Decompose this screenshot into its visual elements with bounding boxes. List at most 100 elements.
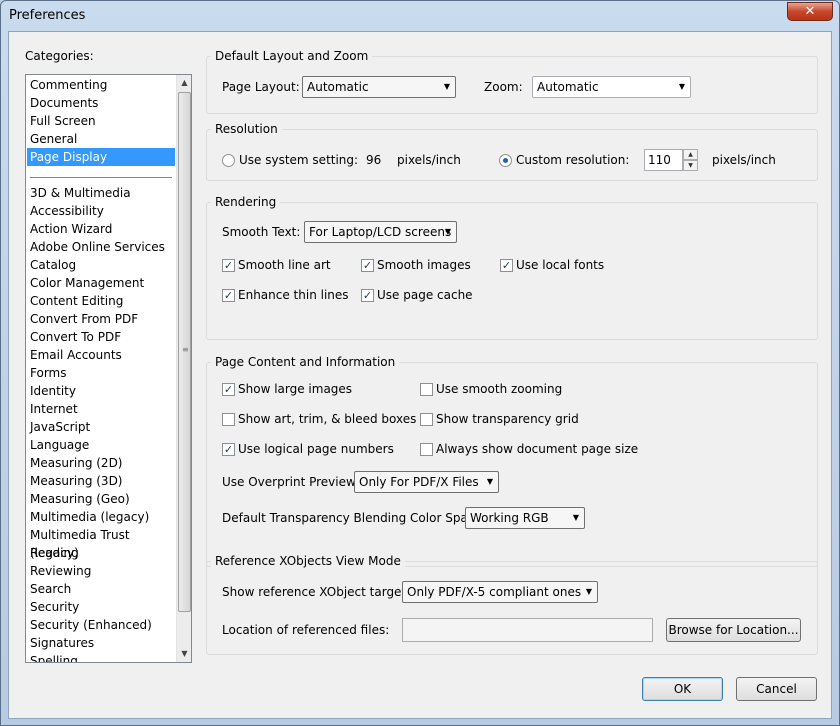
custom-resolution-unit: pixels/inch — [712, 153, 776, 167]
category-javascript[interactable]: JavaScript — [27, 418, 175, 436]
overprint-preview-select[interactable]: Only For PDF/X Files ▼ — [354, 471, 499, 493]
category-content-editing[interactable]: Content Editing — [27, 292, 175, 310]
smooth-images-checkbox[interactable]: ✓ — [361, 259, 374, 272]
category-language[interactable]: Language — [27, 436, 175, 454]
resolution-group: Resolution Use system setting: 96 pixels… — [206, 122, 818, 181]
resolution-title: Resolution — [211, 122, 282, 136]
category-reviewing[interactable]: Reviewing — [27, 562, 175, 580]
category-measuring-2d[interactable]: Measuring (2D) — [27, 454, 175, 472]
rendering-title: Rendering — [211, 195, 281, 209]
cancel-button[interactable]: Cancel — [736, 677, 817, 701]
system-resolution-unit: pixels/inch — [397, 153, 461, 167]
chevron-down-icon: ▼ — [444, 227, 451, 236]
category-3d-multimedia[interactable]: 3D & Multimedia — [27, 184, 175, 202]
category-page-display[interactable]: Page Display — [27, 148, 175, 166]
category-reading[interactable]: Reading — [27, 544, 175, 562]
use-page-cache-label: Use page cache — [377, 288, 473, 302]
title-bar: Preferences ✕ — [1, 1, 839, 31]
show-art-trim-checkbox[interactable] — [222, 413, 235, 426]
category-color-management[interactable]: Color Management — [27, 274, 175, 292]
category-full-screen[interactable]: Full Screen — [27, 112, 175, 130]
category-spelling[interactable]: Spelling — [27, 652, 175, 662]
category-security[interactable]: Security — [27, 598, 175, 616]
smooth-line-art-label: Smooth line art — [238, 258, 331, 272]
use-local-fonts-checkbox[interactable]: ✓ — [500, 259, 513, 272]
resolution-down-button[interactable]: ▼ — [683, 160, 698, 171]
scroll-up-arrow-icon[interactable]: ▲ — [177, 75, 191, 90]
chevron-down-icon: ▼ — [486, 477, 493, 486]
category-convert-to-pdf[interactable]: Convert To PDF — [27, 328, 175, 346]
layout-zoom-title: Default Layout and Zoom — [211, 49, 373, 63]
browse-location-button[interactable]: Browse for Location... — [666, 618, 801, 642]
zoom-value: Automatic — [537, 80, 599, 94]
page-layout-value: Automatic — [307, 80, 369, 94]
resolution-up-button[interactable]: ▲ — [683, 149, 698, 160]
category-multimedia-legacy[interactable]: Multimedia (legacy) — [27, 508, 175, 526]
overprint-preview-label: Use Overprint Preview: — [222, 475, 360, 489]
category-search[interactable]: Search — [27, 580, 175, 598]
categories-label: Categories: — [25, 49, 94, 63]
enhance-thin-lines-label: Enhance thin lines — [238, 288, 349, 302]
show-transparency-grid-checkbox[interactable] — [420, 413, 433, 426]
blending-color-space-value: Working RGB — [470, 511, 549, 525]
category-security-enhanced[interactable]: Security (Enhanced) — [27, 616, 175, 634]
close-button[interactable]: ✕ — [787, 2, 833, 21]
use-page-cache-checkbox[interactable]: ✓ — [361, 289, 374, 302]
chevron-down-icon: ▼ — [585, 587, 592, 596]
xobjects-title: Reference XObjects View Mode — [211, 554, 405, 568]
category-identity[interactable]: Identity — [27, 382, 175, 400]
always-show-page-size-checkbox[interactable] — [420, 443, 433, 456]
category-general[interactable]: General — [27, 130, 175, 148]
xobject-targets-value: Only PDF/X-5 compliant ones — [407, 585, 582, 599]
referenced-files-label: Location of referenced files: — [222, 623, 390, 637]
system-setting-radio[interactable] — [222, 154, 235, 167]
category-documents[interactable]: Documents — [27, 94, 175, 112]
category-accessibility[interactable]: Accessibility — [27, 202, 175, 220]
category-action-wizard[interactable]: Action Wizard — [27, 220, 175, 238]
category-email-accounts[interactable]: Email Accounts — [27, 346, 175, 364]
enhance-thin-lines-checkbox[interactable]: ✓ — [222, 289, 235, 302]
page-layout-label: Page Layout: — [222, 80, 300, 94]
category-internet[interactable]: Internet — [27, 400, 175, 418]
scrollbar-thumb[interactable]: ≡ — [178, 92, 191, 612]
page-content-title: Page Content and Information — [211, 355, 400, 369]
smooth-text-value: For Laptop/LCD screens — [309, 225, 452, 239]
use-logical-page-numbers-checkbox[interactable]: ✓ — [222, 443, 235, 456]
chevron-down-icon: ▼ — [678, 82, 685, 91]
categories-list[interactable]: Commenting Documents Full Screen General… — [25, 74, 192, 663]
referenced-files-input[interactable] — [402, 618, 653, 642]
system-resolution-value: 96 — [366, 153, 382, 167]
category-convert-from-pdf[interactable]: Convert From PDF — [27, 310, 175, 328]
smooth-line-art-checkbox[interactable]: ✓ — [222, 259, 235, 272]
category-measuring-geo[interactable]: Measuring (Geo) — [27, 490, 175, 508]
custom-resolution-value: 110 — [648, 153, 671, 167]
smooth-text-select[interactable]: For Laptop/LCD screens ▼ — [304, 221, 457, 243]
page-content-group: Page Content and Information ✓ Show larg… — [206, 355, 818, 567]
category-catalog[interactable]: Catalog — [27, 256, 175, 274]
custom-resolution-radio[interactable] — [499, 154, 512, 167]
preferences-window: Preferences ✕ Categories: Commenting Doc… — [0, 0, 840, 726]
spin-down-icon: ▼ — [688, 162, 693, 169]
blending-color-space-select[interactable]: Working RGB ▼ — [465, 507, 585, 529]
category-measuring-3d[interactable]: Measuring (3D) — [27, 472, 175, 490]
use-smooth-zooming-checkbox[interactable] — [420, 383, 433, 396]
show-large-images-label: Show large images — [238, 382, 353, 396]
categories-scrollbar[interactable]: ▲ ≡ ▼ — [176, 75, 191, 662]
category-multimedia-trust-legacy[interactable]: Multimedia Trust (legacy) — [27, 526, 175, 560]
category-forms[interactable]: Forms — [27, 364, 175, 382]
scroll-down-arrow-icon[interactable]: ▼ — [177, 646, 191, 661]
custom-resolution-label: Custom resolution: — [516, 153, 630, 167]
show-large-images-checkbox[interactable]: ✓ — [222, 383, 235, 396]
category-commenting[interactable]: Commenting — [27, 76, 175, 94]
page-layout-select[interactable]: Automatic ▼ — [302, 76, 456, 98]
smooth-text-label: Smooth Text: — [222, 225, 301, 239]
always-show-page-size-label: Always show document page size — [436, 442, 639, 456]
zoom-select[interactable]: Automatic ▼ — [532, 76, 691, 98]
custom-resolution-input[interactable]: 110 — [644, 149, 683, 171]
overprint-preview-value: Only For PDF/X Files — [359, 475, 479, 489]
dialog-content: Categories: Commenting Documents Full Sc… — [8, 31, 832, 719]
xobject-targets-select[interactable]: Only PDF/X-5 compliant ones ▼ — [402, 581, 598, 603]
category-signatures[interactable]: Signatures — [27, 634, 175, 652]
category-adobe-online-services[interactable]: Adobe Online Services — [27, 238, 175, 256]
ok-button[interactable]: OK — [642, 677, 723, 701]
